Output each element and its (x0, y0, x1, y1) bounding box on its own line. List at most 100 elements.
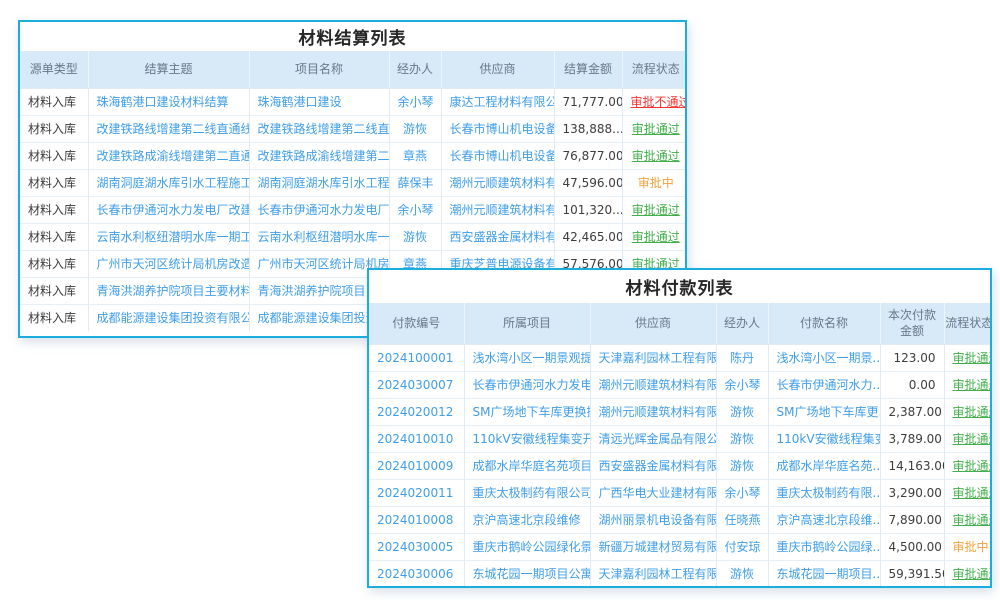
cell-payment-name: 京沪高速北京段维... (768, 506, 880, 533)
subject-link[interactable]: 青海洪湖养护院项目主要材料结算 (97, 284, 250, 298)
handler-link[interactable]: 游恢 (403, 122, 427, 136)
subject-link[interactable]: 珠海鹤港口建设材料结算 (97, 95, 229, 109)
handler-link[interactable]: 游恢 (730, 459, 754, 473)
handler-link[interactable]: 游恢 (403, 230, 427, 244)
project-link[interactable]: 改建铁路成渝线增建第二... (258, 149, 390, 163)
supplier-link[interactable]: 西安盛器金属材料有... (450, 230, 555, 244)
status-badge[interactable]: 审批通过 (953, 486, 993, 500)
status-badge[interactable]: 审批通过 (953, 351, 993, 365)
payment-no-link[interactable]: 2024030005 (377, 540, 453, 554)
payment-no-link[interactable]: 2024020012 (377, 405, 453, 419)
status-badge[interactable]: 审批通过 (953, 513, 993, 527)
supplier-link[interactable]: 新疆万城建材贸易有限... (599, 540, 717, 554)
status-badge[interactable]: 审批通过 (953, 459, 993, 473)
cell-status: 审批通过 (944, 398, 992, 425)
supplier-link[interactable]: 西安盛器金属材料有限... (599, 459, 717, 473)
project-link[interactable]: 浅水湾小区一期景观提... (473, 351, 591, 365)
handler-link[interactable]: 章燕 (403, 149, 427, 163)
status-badge[interactable]: 审批中 (953, 540, 989, 554)
handler-link[interactable]: 余小琴 (725, 378, 761, 392)
subject-link[interactable]: 云南水利枢纽潜明水库一期工程施... (97, 230, 250, 244)
status-badge[interactable]: 审批通过 (953, 378, 993, 392)
handler-link[interactable]: 任晓燕 (725, 513, 761, 527)
status-badge[interactable]: 审批通过 (953, 405, 993, 419)
supplier-link[interactable]: 长春市博山机电设备... (450, 122, 555, 136)
status-badge[interactable]: 审批不通过 (631, 95, 688, 109)
cell-source-type: 材料入库 (20, 223, 88, 250)
subject-link[interactable]: 成都能源建设集团投资有限公司临... (97, 311, 250, 325)
status-badge[interactable]: 审批中 (638, 176, 674, 190)
payment-name-link[interactable]: 重庆市鹅岭公园绿... (777, 540, 881, 554)
project-link[interactable]: SM广场地下车库更换摄... (473, 405, 591, 419)
supplier-link[interactable]: 潮州元顺建筑材料有... (450, 203, 555, 217)
payment-no-link[interactable]: 2024010008 (377, 513, 453, 527)
supplier-link[interactable]: 潮州元顺建筑材料有... (450, 176, 555, 190)
project-link[interactable]: 东城花园一期项目公寓... (473, 567, 591, 581)
project-link[interactable]: 长春市伊通河水力发电... (473, 378, 591, 392)
subject-link[interactable]: 湖南洞庭湖水库引水工程施工I标材... (97, 176, 250, 190)
subject-link[interactable]: 长春市伊通河水力发电厂改建工程... (97, 203, 250, 217)
status-badge[interactable]: 审批通过 (632, 122, 680, 136)
handler-link[interactable]: 游恢 (730, 405, 754, 419)
supplier-link[interactable]: 潮州元顺建筑材料有限... (599, 378, 717, 392)
payment-no-link[interactable]: 2024100001 (377, 351, 453, 365)
cell-payment-name: 成都水岸华庭名苑... (768, 452, 880, 479)
cell-status: 审批通过 (944, 452, 992, 479)
project-link[interactable]: 长春市伊通河水力发电厂... (258, 203, 390, 217)
handler-link[interactable]: 余小琴 (725, 486, 761, 500)
project-link[interactable]: 成都水岸华庭名苑项目... (473, 459, 591, 473)
status-badge[interactable]: 审批通过 (632, 149, 680, 163)
supplier-link[interactable]: 清远光辉金属品有限公司 (599, 432, 717, 446)
payment-no-link[interactable]: 2024030007 (377, 378, 453, 392)
project-link[interactable]: 重庆市鹅岭公园绿化景... (473, 540, 591, 554)
project-link[interactable]: 湖南洞庭湖水库引水工程... (258, 176, 390, 190)
subject-link[interactable]: 改建铁路线增建第二线直通线（成... (97, 122, 250, 136)
payment-no-link[interactable]: 2024010010 (377, 432, 453, 446)
supplier-link[interactable]: 康达工程材料有限公司 (450, 95, 555, 109)
supplier-link[interactable]: 长春市博山机电设备... (450, 149, 555, 163)
status-badge[interactable]: 审批通过 (953, 432, 993, 446)
supplier-link[interactable]: 广西华电大业建材有限... (599, 486, 717, 500)
subject-link[interactable]: 改建铁路成渝线增建第二直通线（... (97, 149, 250, 163)
handler-link[interactable]: 余小琴 (398, 203, 434, 217)
payment-name-link[interactable]: 浅水湾小区一期景... (777, 351, 881, 365)
project-link[interactable]: 京沪高速北京段维修 (473, 513, 581, 527)
handler-link[interactable]: 游恢 (730, 567, 754, 581)
project-link[interactable]: 改建铁路线增建第二线直... (258, 122, 390, 136)
handler-link[interactable]: 付安琼 (725, 540, 761, 554)
handler-link[interactable]: 游恢 (730, 432, 754, 446)
table-row: 材料入库改建铁路成渝线增建第二直通线（... 改建铁路成渝线增建第二... 章燕 长春… (20, 142, 687, 169)
cell-handler: 任晓燕 (716, 506, 768, 533)
supplier-link[interactable]: 天津嘉利园林工程有限... (599, 567, 717, 581)
project-link[interactable]: 重庆太极制药有限公司... (473, 486, 591, 500)
handler-link[interactable]: 陈丹 (730, 351, 754, 365)
payment-name-link[interactable]: 110kV安徽线程集变... (777, 432, 881, 446)
cell-payment-name: 浅水湾小区一期景... (768, 344, 880, 371)
status-badge[interactable]: 审批通过 (953, 567, 993, 581)
payment-name-link[interactable]: SM广场地下车库更... (777, 405, 881, 419)
payment-no-link[interactable]: 2024030006 (377, 567, 453, 581)
handler-link[interactable]: 薛保丰 (398, 176, 434, 190)
payment-no-link[interactable]: 2024010009 (377, 459, 453, 473)
project-link[interactable]: 珠海鹤港口建设 (258, 95, 342, 109)
payment-name-link[interactable]: 东城花园一期项目... (777, 567, 881, 581)
payment-no-link[interactable]: 2024020011 (377, 486, 453, 500)
payment-name-link[interactable]: 京沪高速北京段维... (777, 513, 881, 527)
project-link[interactable]: 云南水利枢纽潜明水库一... (258, 230, 390, 244)
subject-link[interactable]: 广州市天河区统计局机房改造项目... (97, 257, 250, 271)
cell-supplier: 清远光辉金属品有限公司 (590, 425, 716, 452)
payment-name-link[interactable]: 重庆太极制药有限... (777, 486, 881, 500)
status-badge[interactable]: 审批通过 (632, 203, 680, 217)
project-link[interactable]: 青海洪湖养护院项目 (258, 284, 366, 298)
payment-name-link[interactable]: 长春市伊通河水力... (777, 378, 881, 392)
handler-link[interactable]: 余小琴 (398, 95, 434, 109)
supplier-link[interactable]: 潮州元顺建筑材料有限... (599, 405, 717, 419)
cell-handler: 游恢 (389, 115, 441, 142)
cell-payment-no: 2024020012 (369, 398, 464, 425)
supplier-link[interactable]: 天津嘉利园林工程有限... (599, 351, 717, 365)
cell-source-type: 材料入库 (20, 142, 88, 169)
project-link[interactable]: 110kV安徽线程集变开断... (473, 432, 591, 446)
status-badge[interactable]: 审批通过 (632, 230, 680, 244)
payment-name-link[interactable]: 成都水岸华庭名苑... (777, 459, 881, 473)
supplier-link[interactable]: 湖州丽景机电设备有限... (599, 513, 717, 527)
